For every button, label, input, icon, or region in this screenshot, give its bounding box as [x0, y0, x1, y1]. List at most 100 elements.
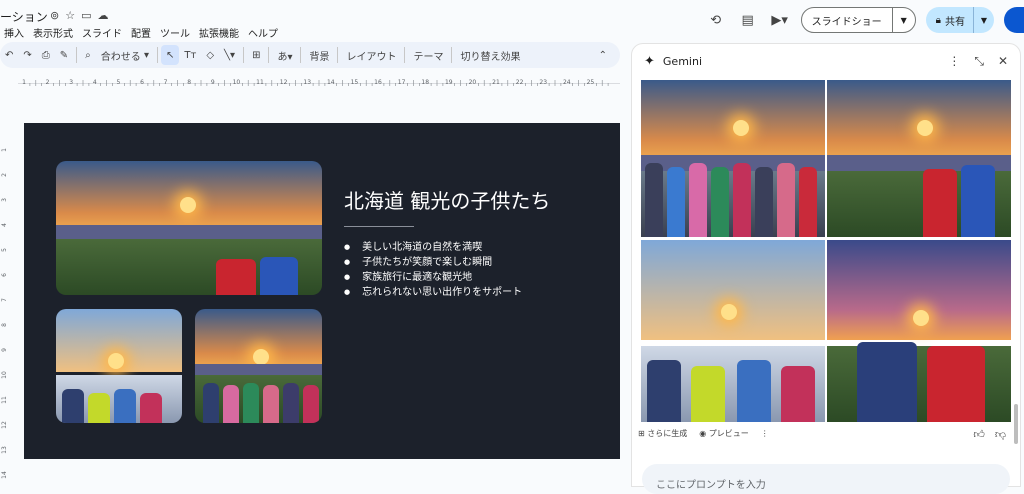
- print-icon[interactable]: ⎙: [37, 45, 55, 65]
- generated-image[interactable]: [641, 80, 825, 237]
- generated-image[interactable]: [827, 240, 1011, 422]
- slide-image-main[interactable]: [56, 161, 322, 295]
- menu-help[interactable]: ヘルプ: [248, 25, 278, 40]
- top-bar: ーション ⊚ ☆ ▭ ☁ 挿入 表示形式 スライド 配置 ツール 拡張機能 ヘル…: [0, 0, 1024, 40]
- slide-title[interactable]: 北海道 観光の子供たち: [344, 185, 550, 214]
- generate-more-label: さらに生成: [647, 429, 688, 438]
- zoom-select[interactable]: 合わせる ▾: [96, 45, 154, 65]
- share-label-wrap[interactable]: 🔒︎ 共有: [926, 7, 974, 33]
- video-call-icon[interactable]: ▶▾: [769, 9, 791, 31]
- child-figure: [755, 167, 773, 237]
- ruler-tick-label: 18: [421, 79, 429, 86]
- menu-bar: 挿入 表示形式 スライド 配置 ツール 拡張機能 ヘルプ: [4, 25, 278, 40]
- scrollbar[interactable]: [1014, 404, 1018, 444]
- image-sun: [917, 120, 933, 136]
- child-figure: [243, 383, 259, 423]
- document-title[interactable]: ーション: [0, 8, 48, 25]
- gemini-actions: ⊞ さらに生成 ◉ プレビュー ⋮: [638, 428, 769, 439]
- text-box-icon[interactable]: Tт: [179, 45, 201, 65]
- folder-icon[interactable]: ▭: [81, 9, 91, 22]
- sync-icon[interactable]: ⊚: [50, 9, 59, 22]
- vertical-ruler[interactable]: 1 2 3 4 5 6 7 8 9 10 11 12 13 14: [0, 90, 12, 480]
- ruler-tick-label: 11: [256, 79, 264, 86]
- generated-image[interactable]: [641, 240, 825, 422]
- more-vert-icon[interactable]: ⋮: [761, 429, 769, 438]
- star-icon[interactable]: ☆: [65, 9, 75, 22]
- history-icon[interactable]: ⟲: [705, 9, 727, 31]
- chevron-down-icon[interactable]: ▼: [893, 16, 915, 25]
- child-figure: [283, 383, 299, 423]
- child-figure: [777, 163, 795, 237]
- transition-button[interactable]: 切り替え効果: [455, 45, 525, 65]
- line-icon[interactable]: ╲▾: [219, 45, 240, 65]
- slideshow-label[interactable]: スライドショー: [802, 8, 893, 32]
- ruler-tick-label: 19: [445, 79, 453, 86]
- add-image-icon: ⊞: [638, 429, 645, 438]
- child-figure: [263, 385, 279, 423]
- slide-image-bottom-right[interactable]: [195, 309, 322, 423]
- theme-button[interactable]: テーマ: [408, 45, 448, 65]
- preview-label: プレビュー: [708, 429, 749, 438]
- divider: [404, 47, 406, 63]
- generated-images-grid: [641, 80, 1011, 422]
- prompt-input[interactable]: ここにプロンプトを入力: [642, 464, 1010, 494]
- ruler-tick-label: 6: [1, 273, 8, 277]
- comment-icon[interactable]: ▤: [737, 9, 759, 31]
- thumbs-up-icon[interactable]: 👍︎: [973, 428, 985, 441]
- chevron-down-icon[interactable]: ▼: [974, 16, 994, 25]
- ruler-tick-label: 4: [1, 223, 8, 227]
- menu-insert[interactable]: 挿入: [4, 25, 24, 40]
- menu-extensions[interactable]: 拡張機能: [199, 25, 239, 40]
- child-figure: [260, 257, 298, 295]
- ruler-tick-label: 25: [587, 79, 595, 86]
- redo-icon[interactable]: ↷: [18, 45, 36, 65]
- close-icon[interactable]: ✕: [998, 54, 1008, 69]
- slide-image-bottom-left[interactable]: [56, 309, 182, 423]
- slideshow-button[interactable]: スライドショー ▼: [800, 7, 916, 33]
- gemini-controls: ⋮ ⤡ ✕: [948, 54, 1008, 69]
- undo-icon[interactable]: ↶: [0, 45, 18, 65]
- paint-format-icon[interactable]: ✎: [55, 45, 73, 65]
- child-figure: [799, 167, 817, 237]
- generated-image[interactable]: [827, 80, 1011, 237]
- child-figure: [923, 169, 957, 237]
- slide-bullets[interactable]: 美しい北海道の自然を満喫 子供たちが笑顔で楽しむ瞬間 家族旅行に最適な観光地 忘…: [344, 240, 522, 300]
- collapse-icon[interactable]: ⤡: [974, 54, 984, 69]
- ruler-tick-label: 10: [233, 79, 241, 86]
- menu-tools[interactable]: ツール: [160, 25, 190, 40]
- horizontal-ruler[interactable]: 1 2 3 4 5 6 7 8 9 10 11 12 13 14 15 16 17 18 19 20 21 22 23 24 2…: [18, 72, 620, 87]
- child-figure: [927, 346, 985, 422]
- more-vert-icon[interactable]: ⋮: [948, 54, 960, 69]
- menu-slide[interactable]: スライド: [82, 25, 122, 40]
- ruler-tick-label: 13: [1, 446, 8, 454]
- bullet-item: 家族旅行に最適な観光地: [344, 270, 522, 285]
- ruler-tick-label: 16: [374, 79, 382, 86]
- share-button[interactable]: 🔒︎ 共有 ▼: [925, 7, 994, 33]
- select-tool-icon[interactable]: ↖: [160, 45, 180, 65]
- ruler-tick-label: 5: [116, 79, 120, 86]
- child-figure: [689, 163, 707, 237]
- preview-button[interactable]: ◉ プレビュー: [699, 428, 749, 439]
- child-figure: [781, 366, 815, 422]
- image-sun: [108, 353, 124, 369]
- lock-icon: 🔒︎: [935, 14, 941, 26]
- background-button[interactable]: 背景: [304, 45, 334, 65]
- layout-button[interactable]: レイアウト: [341, 45, 401, 65]
- shape-icon[interactable]: ◇: [201, 45, 219, 65]
- ruler-tick-label: 10: [1, 371, 8, 379]
- input-tools-icon[interactable]: あ▾: [272, 45, 297, 65]
- divider: [243, 47, 245, 63]
- collapse-toolbar-icon[interactable]: ⌃: [594, 45, 612, 65]
- avatar[interactable]: [1004, 7, 1024, 33]
- menu-format[interactable]: 表示形式: [33, 25, 73, 40]
- child-figure: [114, 389, 136, 423]
- ruler-tick-label: 5: [1, 248, 8, 252]
- comment-add-icon[interactable]: ⊞: [247, 45, 265, 65]
- generate-more-button[interactable]: ⊞ さらに生成: [638, 428, 687, 439]
- cloud-icon[interactable]: ☁: [98, 9, 109, 22]
- child-figure: [223, 385, 239, 423]
- slide[interactable]: 北海道 観光の子供たち 美しい北海道の自然を満喫 子供たちが笑顔で楽しむ瞬間 家…: [24, 123, 620, 459]
- menu-arrange[interactable]: 配置: [131, 25, 151, 40]
- zoom-icon[interactable]: ⌕: [80, 45, 96, 65]
- thumbs-down-icon[interactable]: 👎︎: [995, 428, 1006, 441]
